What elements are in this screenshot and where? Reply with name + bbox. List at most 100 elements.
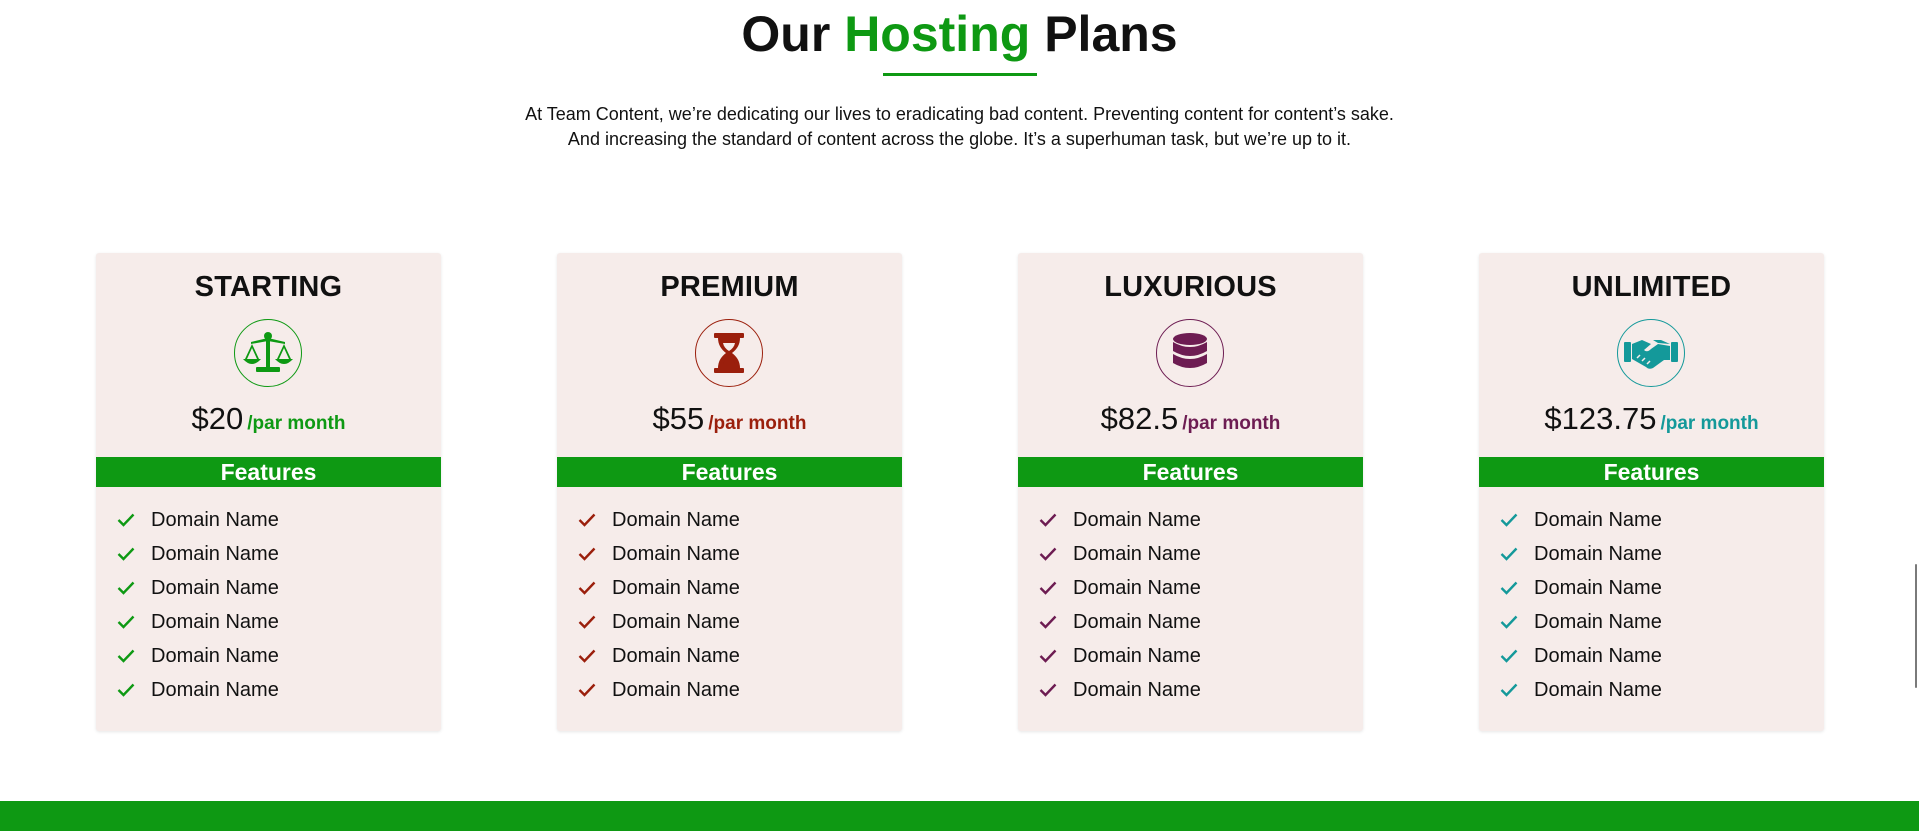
plan-name: LUXURIOUS <box>1104 271 1277 303</box>
list-item: Domain Name <box>1479 639 1824 673</box>
plan-card-starting: STARTING $20/par month Features Domain N… <box>96 253 441 731</box>
feature-label: Domain Name <box>1073 678 1201 701</box>
list-item: Domain Name <box>557 571 902 605</box>
title-word-3: Plans <box>1044 6 1178 62</box>
price-period: /par month <box>247 413 346 434</box>
plan-icon-circle <box>695 319 763 387</box>
list-item: Domain Name <box>1018 639 1363 673</box>
list-item: Domain Name <box>1479 571 1824 605</box>
check-icon <box>578 513 596 527</box>
features-header: Features <box>1479 457 1824 487</box>
feature-label: Domain Name <box>612 508 740 531</box>
list-item: Domain Name <box>96 673 441 707</box>
check-icon <box>1500 547 1518 561</box>
feature-label: Domain Name <box>151 644 279 667</box>
feature-label: Domain Name <box>1073 610 1201 633</box>
plan-price: $55/par month <box>557 401 902 437</box>
plan-price: $82.5/par month <box>1018 401 1363 437</box>
feature-label: Domain Name <box>151 610 279 633</box>
check-icon <box>578 615 596 629</box>
hourglass-icon <box>714 333 744 373</box>
check-icon <box>117 615 135 629</box>
balance-scale-icon <box>243 332 293 372</box>
plan-icon-circle <box>1617 319 1685 387</box>
check-icon <box>117 581 135 595</box>
check-icon <box>578 581 596 595</box>
list-item: Domain Name <box>557 639 902 673</box>
feature-label: Domain Name <box>151 576 279 599</box>
check-icon <box>1500 581 1518 595</box>
check-icon <box>1500 683 1518 697</box>
features-list: Domain Name Domain Name Domain Name Doma… <box>96 503 441 707</box>
section-heading: Our Hosting Plans <box>0 0 1919 76</box>
plan-price: $20/par month <box>96 401 441 437</box>
plan-name: PREMIUM <box>660 271 799 303</box>
list-item: Domain Name <box>1018 673 1363 707</box>
list-item: Domain Name <box>1479 503 1824 537</box>
price-amount: $55 <box>652 401 705 436</box>
intro-line-2: And increasing the standard of content a… <box>567 129 1352 149</box>
title-word-accent: Hosting <box>844 6 1031 62</box>
feature-label: Domain Name <box>1073 542 1201 565</box>
list-item: Domain Name <box>557 503 902 537</box>
page-title: Our Hosting Plans <box>0 0 1919 64</box>
features-header: Features <box>557 457 902 487</box>
list-item: Domain Name <box>1018 571 1363 605</box>
list-item: Domain Name <box>96 503 441 537</box>
check-icon <box>1039 513 1057 527</box>
features-header: Features <box>96 457 441 487</box>
intro-line-1: At Team Content, we’re dedicating our li… <box>525 104 1394 124</box>
features-list: Domain Name Domain Name Domain Name Doma… <box>557 503 902 707</box>
feature-label: Domain Name <box>612 610 740 633</box>
check-icon <box>1039 615 1057 629</box>
feature-label: Domain Name <box>612 576 740 599</box>
check-icon <box>578 547 596 561</box>
plan-icon-circle <box>1156 319 1224 387</box>
scrollbar-thumb[interactable] <box>1915 564 1917 688</box>
feature-label: Domain Name <box>612 542 740 565</box>
list-item: Domain Name <box>1018 503 1363 537</box>
handshake-icon <box>1624 340 1678 369</box>
check-icon <box>1500 513 1518 527</box>
database-icon <box>1173 333 1207 368</box>
features-header: Features <box>1018 457 1363 487</box>
list-item: Domain Name <box>96 605 441 639</box>
check-icon <box>117 683 135 697</box>
check-icon <box>1039 649 1057 663</box>
feature-label: Domain Name <box>1073 508 1201 531</box>
list-item: Domain Name <box>96 537 441 571</box>
feature-label: Domain Name <box>1534 644 1662 667</box>
feature-label: Domain Name <box>1534 508 1662 531</box>
list-item: Domain Name <box>1018 537 1363 571</box>
intro-text: At Team Content, we’re dedicating our li… <box>0 102 1919 152</box>
plan-card-premium: PREMIUM $55/par month Features Domain Na… <box>557 253 902 731</box>
check-icon <box>117 513 135 527</box>
list-item: Domain Name <box>557 537 902 571</box>
feature-label: Domain Name <box>612 678 740 701</box>
check-icon <box>578 649 596 663</box>
plan-name: STARTING <box>194 271 343 303</box>
check-icon <box>1039 547 1057 561</box>
feature-label: Domain Name <box>1534 542 1662 565</box>
feature-label: Domain Name <box>1073 644 1201 667</box>
price-amount: $123.75 <box>1544 401 1657 436</box>
list-item: Domain Name <box>1479 673 1824 707</box>
list-item: Domain Name <box>557 605 902 639</box>
list-item: Domain Name <box>1479 605 1824 639</box>
feature-label: Domain Name <box>1534 576 1662 599</box>
feature-label: Domain Name <box>1073 576 1201 599</box>
price-period: /par month <box>1182 413 1281 434</box>
check-icon <box>117 547 135 561</box>
feature-label: Domain Name <box>1534 678 1662 701</box>
feature-label: Domain Name <box>151 508 279 531</box>
price-amount: $20 <box>191 401 244 436</box>
footer-band <box>0 801 1919 831</box>
list-item: Domain Name <box>96 571 441 605</box>
check-icon <box>1500 615 1518 629</box>
list-item: Domain Name <box>1479 537 1824 571</box>
feature-label: Domain Name <box>1534 610 1662 633</box>
plan-card-unlimited: UNLIMITED $123.75/par month Features Dom… <box>1479 253 1824 731</box>
features-list: Domain Name Domain Name Domain Name Doma… <box>1479 503 1824 707</box>
features-list: Domain Name Domain Name Domain Name Doma… <box>1018 503 1363 707</box>
check-icon <box>1500 649 1518 663</box>
